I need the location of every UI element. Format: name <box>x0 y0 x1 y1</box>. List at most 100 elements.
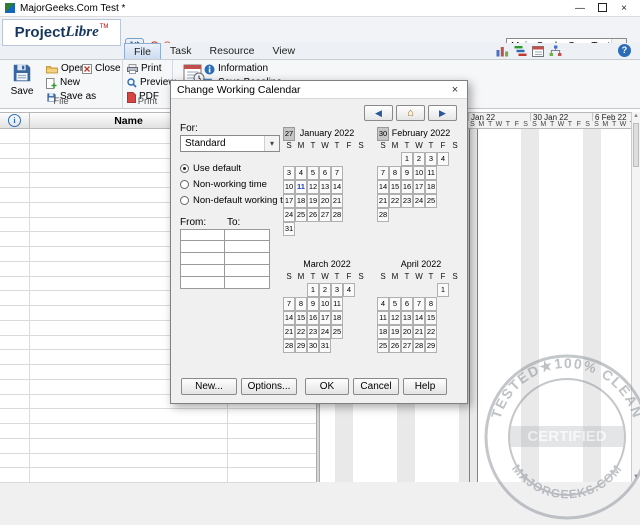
day-cell[interactable]: 6 <box>319 166 331 180</box>
day-cell[interactable]: 11 <box>377 311 389 325</box>
day-cell[interactable]: 6 <box>401 297 413 311</box>
day-cell[interactable]: 4 <box>343 283 355 297</box>
day-cell[interactable]: 26 <box>307 208 319 222</box>
new-button[interactable]: New <box>46 77 80 89</box>
day-cell[interactable]: 13 <box>401 311 413 325</box>
day-cell[interactable]: 18 <box>377 325 389 339</box>
day-cell[interactable]: 9 <box>307 297 319 311</box>
day-cell[interactable]: 11 <box>295 180 307 194</box>
tab-view[interactable]: View <box>263 43 304 59</box>
radio-non-default-working-time[interactable]: Non-default working time <box>180 195 298 206</box>
day-cell[interactable]: 14 <box>377 180 389 194</box>
day-cell[interactable]: 28 <box>283 339 295 353</box>
day-cell[interactable]: 18 <box>425 180 437 194</box>
day-cell[interactable]: 1 <box>401 152 413 166</box>
day-cell[interactable]: 4 <box>377 297 389 311</box>
previous-months-button[interactable]: ◀ <box>364 105 393 121</box>
help-button-dialog[interactable]: Help <box>403 378 447 395</box>
close-button[interactable]: × <box>613 1 635 16</box>
day-cell[interactable]: 24 <box>413 194 425 208</box>
minimize-button[interactable]: — <box>569 1 591 16</box>
day-cell[interactable]: 18 <box>295 194 307 208</box>
day-cell[interactable]: 29 <box>295 339 307 353</box>
day-cell[interactable]: 27 <box>319 208 331 222</box>
day-cell[interactable]: 11 <box>331 297 343 311</box>
dialog-close-button[interactable]: × <box>446 82 464 98</box>
today-button[interactable]: ⌂ <box>396 105 425 121</box>
day-cell[interactable]: 1 <box>307 283 319 297</box>
day-cell[interactable]: 1 <box>437 283 449 297</box>
day-cell[interactable]: 17 <box>319 311 331 325</box>
day-cell[interactable]: 30 <box>377 127 389 141</box>
gantt-view-icon[interactable] <box>514 45 527 57</box>
day-cell[interactable]: 23 <box>401 194 413 208</box>
vertical-scrollbar[interactable]: ▲ ▼ <box>631 112 640 482</box>
day-cell[interactable]: 3 <box>425 152 437 166</box>
day-cell[interactable]: 25 <box>331 325 343 339</box>
day-cell[interactable]: 8 <box>425 297 437 311</box>
chevron-down-icon[interactable]: ▾ <box>264 136 279 151</box>
day-cell[interactable]: 4 <box>295 166 307 180</box>
day-cell[interactable]: 5 <box>389 297 401 311</box>
day-cell[interactable]: 22 <box>425 325 437 339</box>
to-cell[interactable] <box>225 241 270 253</box>
maximize-button[interactable] <box>591 1 613 16</box>
options-button[interactable]: Options... <box>241 378 297 395</box>
day-cell[interactable]: 10 <box>413 166 425 180</box>
day-cell[interactable]: 15 <box>389 180 401 194</box>
day-cell[interactable]: 17 <box>413 180 425 194</box>
day-cell[interactable]: 22 <box>295 325 307 339</box>
info-column-header[interactable]: i <box>0 113 30 128</box>
ok-button[interactable]: OK <box>305 378 349 395</box>
day-cell[interactable]: 28 <box>377 208 389 222</box>
information-button[interactable]: Information <box>204 63 268 75</box>
day-cell[interactable]: 8 <box>295 297 307 311</box>
new-calendar-button[interactable]: New... <box>181 378 237 395</box>
tab-resource[interactable]: Resource <box>201 43 264 59</box>
day-cell[interactable]: 20 <box>401 325 413 339</box>
day-cell[interactable]: 16 <box>307 311 319 325</box>
day-cell[interactable]: 8 <box>389 166 401 180</box>
from-cell[interactable] <box>180 277 225 289</box>
day-cell[interactable]: 24 <box>319 325 331 339</box>
day-cell[interactable]: 2 <box>319 283 331 297</box>
close-project-button[interactable]: Close <box>82 63 121 75</box>
table-row[interactable] <box>0 468 316 483</box>
radio-non-working-time[interactable]: Non-working time <box>180 179 298 190</box>
next-months-button[interactable]: ▶ <box>428 105 457 121</box>
to-cell[interactable] <box>225 229 270 241</box>
day-cell[interactable]: 7 <box>377 166 389 180</box>
day-cell[interactable]: 20 <box>319 194 331 208</box>
table-row[interactable] <box>0 424 316 439</box>
day-cell[interactable]: 5 <box>307 166 319 180</box>
day-cell[interactable]: 7 <box>331 166 343 180</box>
day-cell[interactable]: 31 <box>319 339 331 353</box>
day-cell[interactable]: 15 <box>425 311 437 325</box>
calendar-select[interactable]: Standard ▾ <box>180 135 280 152</box>
to-cell[interactable] <box>225 253 270 265</box>
day-cell[interactable]: 19 <box>389 325 401 339</box>
day-cell[interactable]: 3 <box>283 166 295 180</box>
day-cell[interactable]: 22 <box>389 194 401 208</box>
day-cell[interactable]: 14 <box>331 180 343 194</box>
preview-button[interactable]: Preview <box>127 77 176 89</box>
day-cell[interactable]: 3 <box>331 283 343 297</box>
cancel-button[interactable]: Cancel <box>353 378 399 395</box>
radio-use-default[interactable]: Use default <box>180 163 298 174</box>
day-cell[interactable]: 7 <box>413 297 425 311</box>
save-button[interactable]: Save <box>4 62 40 97</box>
tab-file[interactable]: File <box>124 43 161 59</box>
day-cell[interactable]: 27 <box>283 127 295 141</box>
day-cell[interactable]: 19 <box>307 194 319 208</box>
day-cell[interactable]: 15 <box>295 311 307 325</box>
day-cell[interactable]: 25 <box>377 339 389 353</box>
day-cell[interactable]: 31 <box>283 222 295 236</box>
day-cell[interactable]: 16 <box>401 180 413 194</box>
scroll-up-icon[interactable]: ▲ <box>632 112 640 121</box>
day-cell[interactable]: 26 <box>389 339 401 353</box>
day-cell[interactable]: 10 <box>319 297 331 311</box>
day-cell[interactable]: 28 <box>331 208 343 222</box>
day-cell[interactable]: 21 <box>413 325 425 339</box>
day-cell[interactable]: 12 <box>389 311 401 325</box>
network-view-icon[interactable] <box>549 45 562 57</box>
